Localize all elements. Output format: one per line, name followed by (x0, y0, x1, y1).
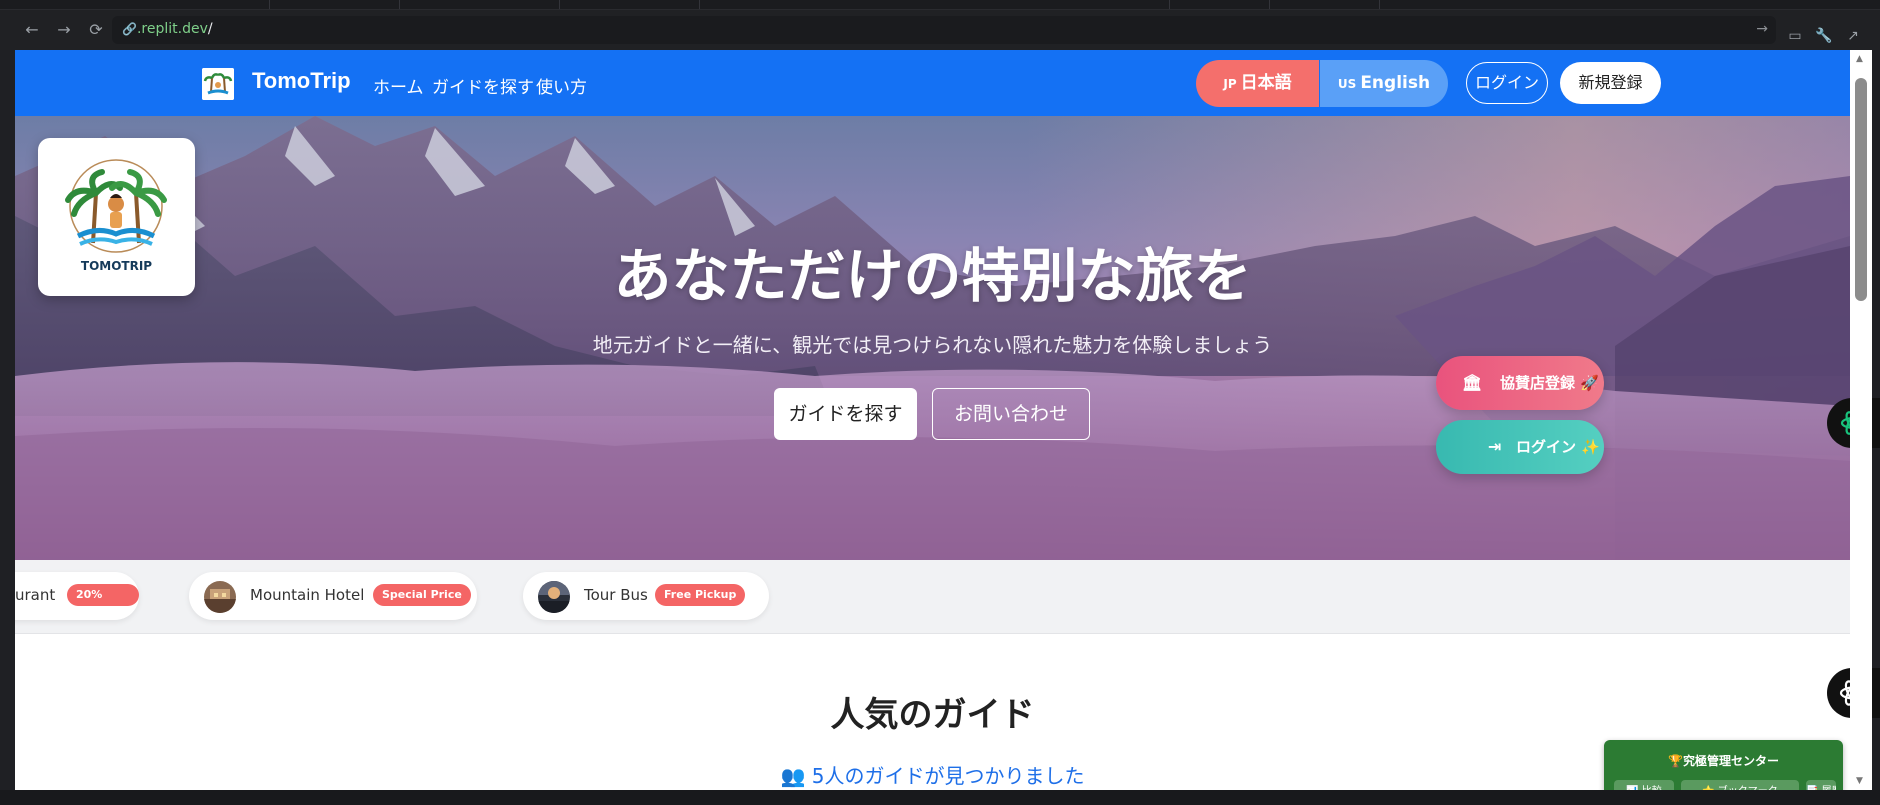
guides-count: 👥 5人のガイドが見つかりました (15, 760, 1850, 789)
contact-button[interactable]: お問い合わせ (932, 388, 1090, 440)
screen-icon[interactable]: ▭ (1785, 28, 1805, 46)
sponsor-name: urant (15, 586, 56, 604)
find-guides-button[interactable]: ガイドを探す (774, 388, 917, 440)
scrollbar-thumb[interactable] (1855, 78, 1867, 301)
top-navbar: TomoTrip ホーム ガイドを探す 使い方 JP 日本語 US English … (15, 50, 1850, 116)
browser-tab[interactable] (270, 0, 400, 9)
browser-tab[interactable] (130, 0, 270, 9)
nav-link-how-to[interactable]: 使い方 (536, 73, 587, 98)
popular-guides-title: 人気のガイド (830, 695, 1035, 735)
page-viewport: TomoTrip ホーム ガイドを探す 使い方 JP 日本語 US English … (15, 50, 1850, 790)
us-flag-code: US (1337, 77, 1357, 91)
history-button[interactable]: 📑 履歴 (1806, 780, 1836, 790)
sponsor-badge: Free Pickup (655, 584, 746, 606)
floating-login-label: ログイン ✨ (1516, 438, 1600, 456)
admin-center-title: 🏆究極管理センター (1668, 754, 1779, 768)
hotel-thumbnail (204, 581, 236, 613)
admin-center-widget: 🏆究極管理センター 📊 比較 ⭐ ブックマーク 📑 履歴 (1604, 740, 1843, 790)
users-icon: 👥 (780, 764, 806, 788)
open-external-icon[interactable]: ↗ (1843, 28, 1863, 46)
go-arrow-icon[interactable]: → (1756, 21, 1768, 37)
browser-tab[interactable] (560, 0, 700, 9)
hero-section: TOMOTRIP あなただけの特別な旅を 地元ガイドと一緒に、観光では見つけられ… (15, 116, 1850, 560)
scroll-down-icon[interactable]: ▼ (1856, 776, 1863, 786)
hero-title: あなただけの特別な旅を (613, 242, 1252, 310)
reload-icon[interactable]: ⟳ (86, 20, 106, 40)
url-text: 🔗.replit.dev/ (122, 21, 213, 37)
browser-tab[interactable] (400, 0, 560, 9)
browser-toolbar: ← → ⟳ 🔗.replit.dev/ → ▭ 🔧 ↗ (0, 10, 1880, 50)
language-english-label: English (1360, 73, 1431, 93)
link-icon: 🔗 (122, 22, 137, 36)
bus-thumbnail (538, 581, 570, 613)
bottom-bar (0, 790, 1880, 805)
browser-tab[interactable] (700, 0, 1170, 9)
sponsor-register-button[interactable]: 🏛 協賛店登録 🚀 (1436, 356, 1604, 410)
sponsor-badge: 20% OFF (67, 584, 139, 623)
scroll-up-icon[interactable]: ▲ (1856, 54, 1863, 64)
sponsor-register-label: 協賛店登録 🚀 (1500, 374, 1599, 392)
floating-login-button[interactable]: ⇥ ログイン ✨ (1436, 420, 1604, 474)
sponsor-badge: Special Price (373, 584, 471, 606)
sponsor-ticker: urant 20% OFF Mountain Hotel Special Pri… (15, 560, 1850, 634)
language-japanese-label: 日本語 (1240, 73, 1292, 93)
sponsor-name: Tour Bus (584, 586, 648, 604)
sponsor-chip-tour-bus[interactable]: Tour Bus Free Pickup (523, 572, 769, 620)
nav-login-button[interactable]: ログイン (1466, 62, 1548, 104)
url-host: .replit.dev (136, 21, 208, 37)
sponsor-chip-restaurant[interactable]: urant 20% OFF (15, 572, 139, 623)
url-path: / (207, 21, 213, 37)
jp-flag-code: JP (1223, 77, 1237, 91)
forward-icon[interactable]: → (54, 20, 74, 40)
nav-signup-button[interactable]: 新規登録 (1560, 62, 1661, 104)
login-icon: ⇥ (1488, 437, 1502, 456)
guides-count-text: 5人のガイドが見つかりました (811, 764, 1085, 788)
sponsor-name: Mountain Hotel (250, 586, 365, 604)
nav-link-find-guides[interactable]: ガイドを探す (432, 73, 534, 98)
language-english-button[interactable]: US English (1320, 60, 1448, 107)
store-icon: 🏛 (1462, 373, 1483, 392)
hero-subtitle: 地元ガイドと一緒に、観光では見つけられない隠れた魅力を体験しましょう (592, 333, 1273, 357)
brand-name[interactable]: TomoTrip (252, 68, 351, 94)
address-bar[interactable]: 🔗.replit.dev/ → (112, 16, 1776, 44)
browser-tab[interactable] (1270, 0, 1380, 9)
compare-button[interactable]: 📊 比較 (1614, 780, 1674, 790)
nav-link-home[interactable]: ホーム (373, 73, 424, 98)
sponsor-chip-mountain-hotel[interactable]: Mountain Hotel Special Price (189, 572, 477, 620)
page-scrollbar[interactable]: ▲ ▼ (1850, 50, 1872, 790)
browser-tab-strip (0, 0, 1880, 10)
back-icon[interactable]: ← (22, 20, 42, 40)
wrench-icon[interactable]: 🔧 (1814, 28, 1834, 46)
browser-tab[interactable] (1170, 0, 1270, 9)
brand-logo[interactable] (202, 68, 234, 100)
bookmark-button[interactable]: ⭐ ブックマーク (1681, 780, 1799, 790)
language-japanese-button[interactable]: JP 日本語 (1196, 60, 1319, 107)
